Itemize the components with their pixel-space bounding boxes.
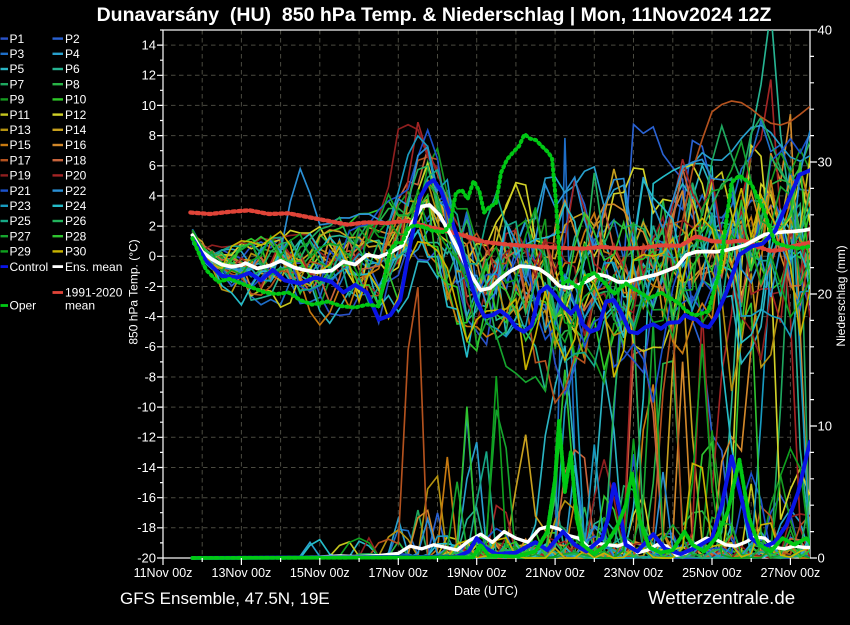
svg-text:P7: P7 [10, 77, 25, 91]
svg-text:21Nov 00z: 21Nov 00z [525, 566, 585, 580]
svg-text:P13: P13 [10, 123, 32, 137]
svg-text:2: 2 [149, 219, 156, 234]
svg-text:-14: -14 [137, 460, 156, 475]
svg-text:P9: P9 [10, 93, 25, 107]
svg-text:Ens. mean: Ens. mean [65, 260, 122, 274]
svg-text:P2: P2 [65, 32, 80, 46]
svg-text:P3: P3 [10, 47, 25, 61]
svg-text:14: 14 [142, 38, 156, 53]
svg-text:P24: P24 [65, 199, 87, 213]
svg-text:P17: P17 [10, 153, 32, 167]
svg-text:Oper: Oper [10, 299, 37, 313]
svg-text:Dunavarsány (HU) 850 hPa Tem: Dunavarsány (HU) 850 hPa Temp. & Nieders… [97, 4, 772, 26]
svg-text:19Nov 00z: 19Nov 00z [447, 566, 507, 580]
svg-text:P30: P30 [65, 245, 87, 259]
svg-text:10: 10 [818, 418, 832, 433]
svg-text:1991-2020: 1991-2020 [65, 286, 123, 300]
svg-text:P29: P29 [10, 245, 32, 259]
svg-text:-16: -16 [137, 490, 156, 505]
svg-text:40: 40 [818, 22, 832, 37]
svg-text:-12: -12 [137, 430, 156, 445]
svg-text:mean: mean [65, 299, 95, 313]
svg-text:15Nov 00z: 15Nov 00z [290, 566, 350, 580]
svg-text:11Nov 00z: 11Nov 00z [134, 566, 193, 580]
svg-text:-18: -18 [137, 520, 156, 535]
svg-text:Niederschlag (mm): Niederschlag (mm) [834, 245, 848, 346]
svg-text:27Nov 00z: 27Nov 00z [761, 566, 821, 580]
svg-text:P18: P18 [65, 153, 87, 167]
svg-text:0: 0 [818, 550, 825, 565]
svg-text:-20: -20 [137, 550, 156, 565]
svg-text:P14: P14 [65, 123, 87, 137]
svg-text:10: 10 [142, 98, 156, 113]
svg-text:13Nov 00z: 13Nov 00z [212, 566, 272, 580]
svg-text:P6: P6 [65, 62, 80, 76]
svg-text:P12: P12 [65, 108, 87, 122]
svg-text:P8: P8 [65, 77, 80, 91]
svg-text:P19: P19 [10, 169, 32, 183]
svg-text:P27: P27 [10, 229, 32, 243]
svg-text:0: 0 [149, 249, 156, 264]
svg-text:P5: P5 [10, 62, 25, 76]
svg-text:-8: -8 [144, 369, 156, 384]
svg-text:23Nov 00z: 23Nov 00z [604, 566, 664, 580]
svg-text:P22: P22 [65, 184, 87, 198]
svg-text:P16: P16 [65, 138, 87, 152]
svg-text:Wetterzentrale.de: Wetterzentrale.de [648, 587, 795, 608]
svg-text:-10: -10 [137, 400, 156, 415]
svg-text:6: 6 [149, 158, 156, 173]
svg-text:20: 20 [818, 286, 832, 301]
svg-text:P4: P4 [65, 47, 80, 61]
svg-text:P15: P15 [10, 138, 32, 152]
svg-text:P26: P26 [65, 214, 87, 228]
svg-text:P21: P21 [10, 184, 32, 198]
svg-text:P28: P28 [65, 229, 87, 243]
svg-text:GFS Ensemble, 47.5N, 19E: GFS Ensemble, 47.5N, 19E [120, 589, 330, 608]
svg-text:25Nov 00z: 25Nov 00z [682, 566, 742, 580]
svg-text:P11: P11 [10, 108, 31, 122]
svg-text:P10: P10 [65, 93, 87, 107]
svg-text:P20: P20 [65, 169, 87, 183]
svg-text:P25: P25 [10, 214, 32, 228]
svg-text:-2: -2 [144, 279, 156, 294]
svg-text:Date (UTC): Date (UTC) [454, 584, 518, 598]
svg-text:30: 30 [818, 154, 832, 169]
svg-text:P23: P23 [10, 199, 32, 213]
svg-text:8: 8 [149, 128, 156, 143]
svg-text:-4: -4 [144, 309, 156, 324]
svg-text:12: 12 [142, 68, 156, 83]
svg-text:P1: P1 [10, 32, 25, 46]
svg-text:850 hPa Temp. (°C): 850 hPa Temp. (°C) [127, 239, 141, 344]
svg-text:-6: -6 [144, 339, 156, 354]
svg-text:4: 4 [149, 188, 156, 203]
svg-text:Control: Control [10, 260, 49, 274]
svg-text:17Nov 00z: 17Nov 00z [368, 566, 428, 580]
